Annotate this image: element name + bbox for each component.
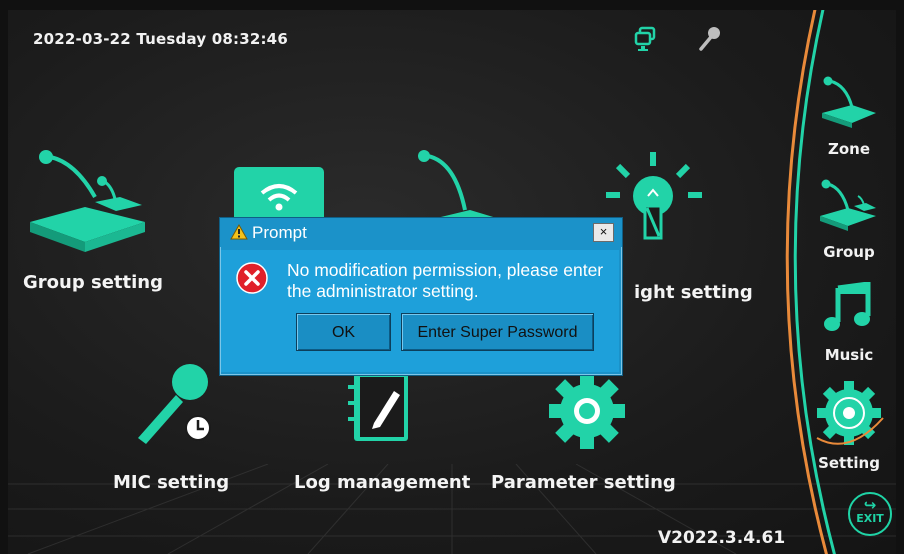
- dialog-title: Prompt: [252, 223, 307, 242]
- gear-icon: [816, 381, 884, 445]
- conference-mic-icon: [822, 76, 876, 128]
- sidebar-item-zone[interactable]: Zone: [814, 75, 884, 158]
- sidebar-item-label: Music: [824, 346, 874, 364]
- monitor-icon[interactable]: [631, 24, 661, 54]
- music-note-icon: [824, 281, 871, 331]
- sidebar-item-label: Group: [823, 243, 875, 261]
- prompt-dialog: Prompt × No modification permission, ple…: [219, 217, 623, 376]
- tile-label: ight setting: [634, 282, 753, 303]
- tile-light-setting[interactable]: ight setting: [604, 150, 764, 303]
- tile-wifi[interactable]: [232, 165, 326, 225]
- sidebar-item-label: Zone: [827, 140, 871, 158]
- exit-icon: ↪: [863, 496, 877, 514]
- datetime: 2022-03-22 Tuesday 08:32:46: [33, 30, 288, 48]
- tile-label: Group setting: [23, 272, 163, 293]
- conference-mic-group-icon: [820, 179, 876, 231]
- dialog-message: No modification permission, please enter…: [287, 260, 604, 301]
- notebook-icon: [348, 373, 408, 441]
- sidebar-item-label: Setting: [818, 454, 880, 472]
- warning-icon: [230, 224, 248, 240]
- tile-label: Parameter setting: [491, 472, 676, 493]
- wifi-icon: [234, 167, 324, 225]
- conference-mic-group-icon: [30, 150, 145, 252]
- sidebar-item-group[interactable]: Group: [814, 178, 884, 261]
- tile-parameter-setting[interactable]: Parameter setting: [488, 373, 688, 503]
- tile-log-management[interactable]: Log management: [294, 373, 484, 503]
- handheld-mic-icon: [138, 364, 211, 444]
- super-password-button[interactable]: Enter Super Password: [401, 313, 594, 351]
- tile-label: Log management: [294, 472, 471, 493]
- dialog-titlebar[interactable]: Prompt ×: [220, 218, 622, 247]
- exit-button[interactable]: ↪ EXIT: [848, 492, 892, 536]
- dialog-body: No modification permission, please enter…: [221, 250, 619, 372]
- tile-label: MIC setting: [113, 472, 230, 493]
- microphone-icon[interactable]: [694, 24, 724, 54]
- tile-mic-setting[interactable]: MIC setting: [108, 360, 258, 500]
- sidebar-item-music[interactable]: Music: [814, 281, 884, 364]
- sidebar-item-setting[interactable]: Setting: [811, 378, 887, 472]
- close-button[interactable]: ×: [593, 223, 614, 242]
- error-icon: [236, 262, 268, 294]
- exit-label: EXIT: [856, 512, 884, 525]
- ok-button[interactable]: OK: [296, 313, 391, 351]
- tile-group-setting[interactable]: Group setting: [20, 147, 180, 297]
- gear-icon: [549, 373, 625, 449]
